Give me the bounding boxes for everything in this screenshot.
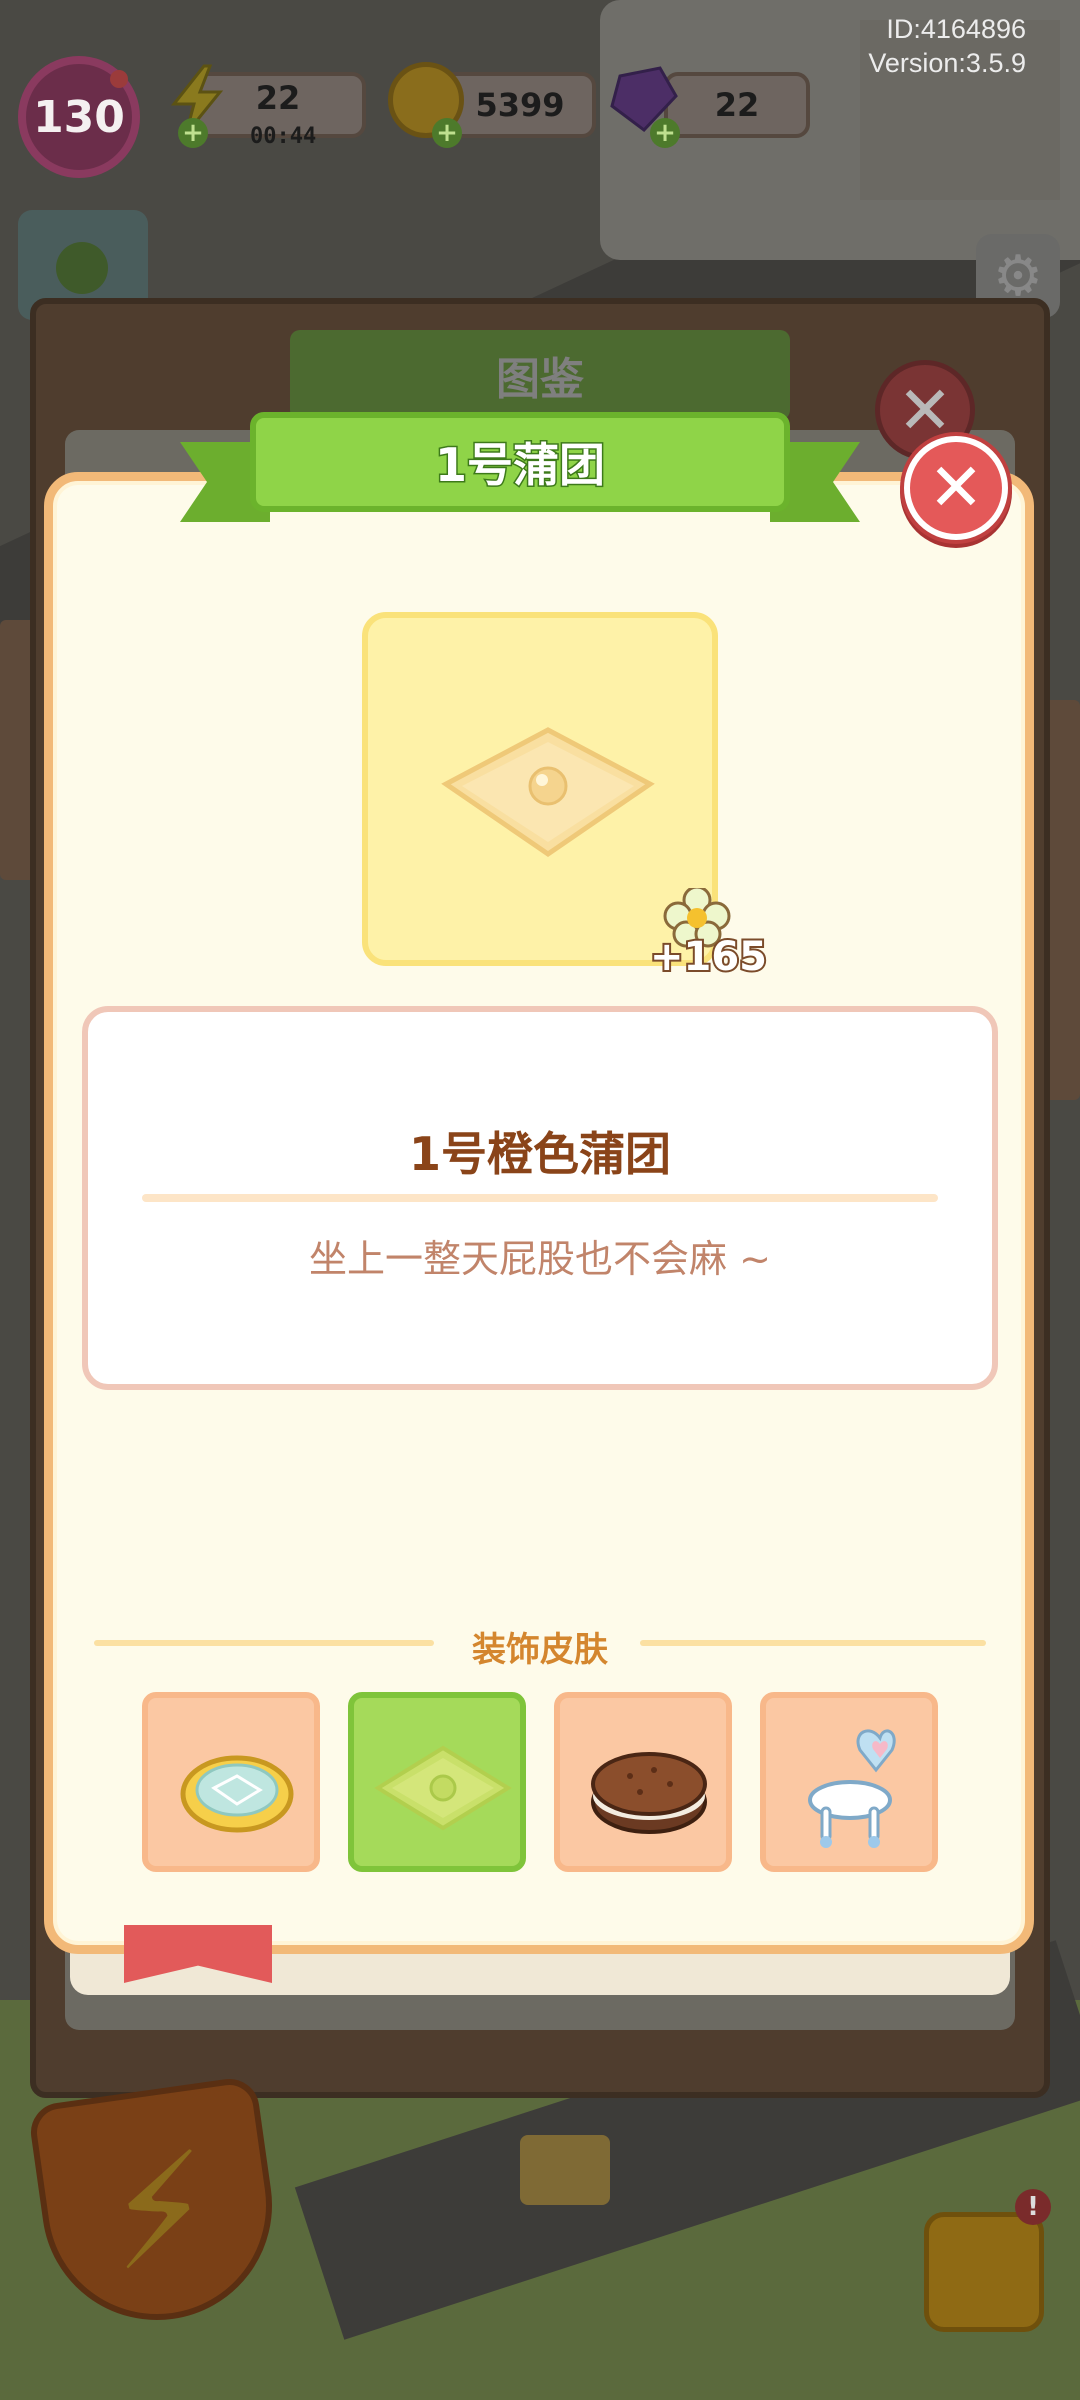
gem-value: 22 — [714, 86, 760, 124]
energy-value: 22 — [255, 79, 301, 117]
coin-add-button[interactable]: + — [432, 118, 462, 148]
skin-tile-round-glass[interactable] — [142, 1692, 320, 1872]
catalog-title-ribbon: 图鉴 — [290, 330, 790, 420]
modal-title: 1号蒲团 — [433, 437, 606, 494]
item-description: 坐上一整天屁股也不会麻 ~ — [309, 1237, 771, 1281]
level-value: 130 — [33, 91, 125, 143]
close-button[interactable]: ✕ — [904, 436, 1008, 540]
signboard — [520, 2135, 610, 2205]
description-divider — [142, 1194, 938, 1202]
round-cushion-icon — [180, 1755, 294, 1833]
energy-add-button[interactable]: + — [178, 118, 208, 148]
gem-counter[interactable]: 22 — [664, 72, 810, 138]
skins-title: 装饰皮肤 — [472, 1630, 608, 1670]
heart-stool-icon — [808, 1729, 896, 1848]
skin-tile-heart-stool[interactable] — [760, 1692, 938, 1872]
friends-button[interactable]: ! — [924, 2189, 1051, 2332]
reward-value: +165 — [648, 932, 769, 982]
notification-dot-icon — [110, 70, 128, 88]
gem-add-button[interactable]: + — [650, 118, 680, 148]
version-label: Version:3.5.9 — [868, 48, 1026, 78]
energy-timer: 00:44 — [250, 124, 317, 149]
lightning-icon: ⚡ — [95, 2119, 225, 2307]
close-icon: ✕ — [928, 449, 984, 526]
user-id-label: ID:4164896 — [886, 14, 1026, 44]
description-box: 1号橙色蒲团 坐上一整天屁股也不会麻 ~ — [82, 1006, 998, 1390]
square-cushion-icon — [374, 1745, 512, 1831]
skin-tile-square[interactable] — [348, 1692, 526, 1872]
ribbon-body: 1号蒲团 — [250, 412, 790, 512]
cushion-icon — [441, 727, 655, 858]
catalog-title: 图鉴 — [496, 354, 584, 405]
cookie-cushion-icon — [591, 1752, 707, 1834]
skin-tile-cookie[interactable] — [554, 1692, 732, 1872]
alert-badge-icon: ! — [1015, 2189, 1051, 2225]
modal-title-ribbon: 1号蒲团 — [180, 412, 860, 524]
item-name: 1号橙色蒲团 — [408, 1127, 671, 1181]
coin-value: 5399 — [475, 86, 565, 124]
level-badge[interactable]: 130 — [18, 56, 140, 178]
build-info: ID:4164896 Version:3.5.9 — [868, 12, 1026, 80]
